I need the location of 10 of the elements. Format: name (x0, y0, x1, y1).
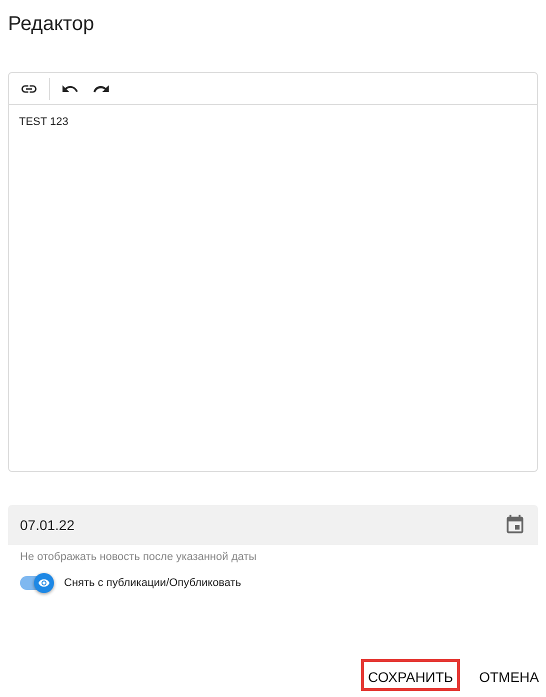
calendar-icon[interactable] (504, 514, 526, 536)
page-title: Редактор (8, 12, 94, 36)
toggle-switch[interactable] (20, 573, 54, 593)
save-button[interactable]: СОХРАНИТЬ (361, 659, 460, 691)
toggle-label: Снять с публикации/Опубликовать (64, 577, 242, 589)
editor-text: TEST 123 (18, 115, 70, 130)
helper-text: Не отображать новость после указанной даты (20, 551, 258, 563)
eye-icon (38, 577, 50, 589)
date-input[interactable]: 07.01.22 (20, 517, 220, 533)
cancel-button[interactable]: ОТМЕНА (472, 659, 546, 691)
